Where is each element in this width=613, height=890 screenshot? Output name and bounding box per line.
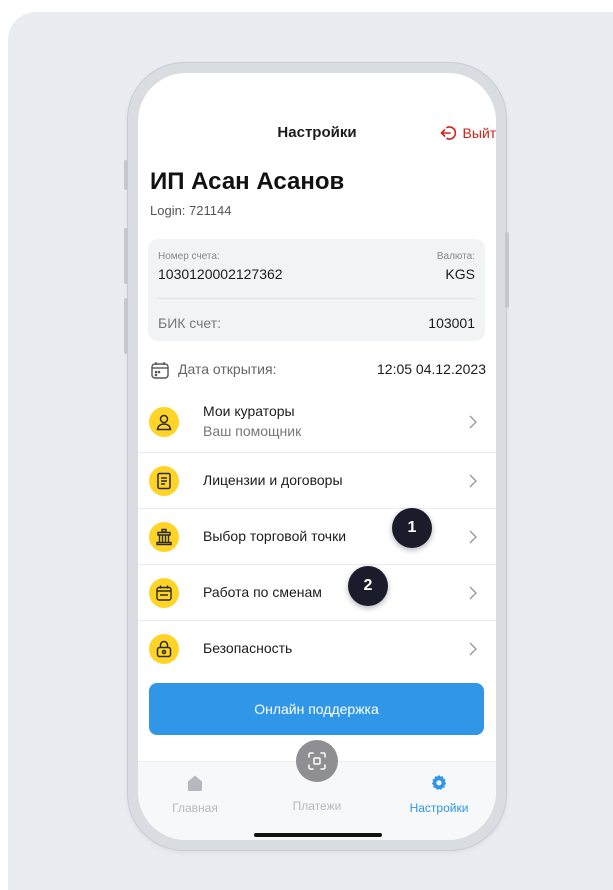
settings-menu: Мои кураторы Ваш помощник Лицензии и дог… bbox=[138, 391, 496, 677]
tab-settings[interactable]: Настройки bbox=[394, 774, 484, 815]
menu-item-store-select[interactable]: Выбор торговой точки bbox=[138, 509, 496, 565]
chevron-right-icon bbox=[469, 586, 477, 599]
scan-icon bbox=[308, 752, 326, 770]
home-indicator bbox=[254, 833, 382, 837]
menu-item-label: Выбор торговой точки bbox=[203, 528, 347, 544]
menu-item-label: Мои кураторы bbox=[203, 403, 295, 419]
tab-label: Настройки bbox=[409, 801, 469, 815]
document-icon bbox=[149, 465, 179, 496]
menu-item-curators[interactable]: Мои кураторы Ваш помощник bbox=[138, 391, 496, 453]
menu-item-label: Безопасность bbox=[203, 640, 293, 656]
bik-label: БИК счет: bbox=[158, 315, 222, 331]
home-icon bbox=[188, 775, 202, 791]
phone-side-button bbox=[124, 160, 128, 190]
currency-value: KGS bbox=[445, 266, 475, 282]
scan-button[interactable] bbox=[296, 740, 338, 782]
phone-side-button bbox=[124, 228, 128, 284]
account-card: Номер счета: 1030120002127362 Валюта: KG… bbox=[148, 239, 485, 341]
open-date-row: Дата открытия: 12:05 04.12.2023 bbox=[150, 359, 486, 381]
card-divider bbox=[158, 298, 475, 299]
open-date-value: 12:05 04.12.2023 bbox=[377, 361, 486, 377]
menu-item-shifts[interactable]: Работа по сменам bbox=[138, 565, 496, 621]
menu-item-sublabel: Ваш помощник bbox=[203, 423, 302, 439]
user-name: ИП Асан Асанов bbox=[150, 168, 345, 195]
account-number: 1030120002127362 bbox=[158, 266, 283, 282]
tab-label: Платежи bbox=[292, 799, 342, 813]
calendar-icon bbox=[149, 577, 179, 608]
menu-item-security[interactable]: Безопасность bbox=[138, 621, 496, 677]
logout-icon bbox=[440, 126, 456, 140]
menu-item-licenses[interactable]: Лицензии и договоры bbox=[138, 453, 496, 509]
logout-button[interactable]: Выйти bbox=[440, 121, 496, 145]
bik-value: 103001 bbox=[428, 315, 475, 331]
chevron-right-icon bbox=[469, 415, 477, 428]
phone-side-button bbox=[124, 298, 128, 354]
chevron-right-icon bbox=[469, 530, 477, 543]
app-screen: Настройки Выйти ИП Асан Асанов Login: 72… bbox=[138, 73, 496, 840]
tab-home[interactable]: Главная bbox=[150, 774, 240, 815]
lock-icon bbox=[149, 634, 179, 664]
tab-payments[interactable]: Платежи bbox=[272, 795, 362, 813]
person-icon bbox=[149, 406, 179, 437]
step-badge: 1 bbox=[392, 508, 432, 548]
account-number-label: Номер счета: bbox=[158, 251, 220, 262]
online-support-button[interactable]: Онлайн поддержка bbox=[149, 683, 484, 735]
tab-label: Главная bbox=[172, 801, 218, 815]
store-icon bbox=[149, 521, 179, 552]
header: Настройки Выйти bbox=[138, 121, 496, 145]
currency-label: Валюта: bbox=[436, 251, 475, 262]
calendar-icon bbox=[151, 362, 169, 379]
menu-item-label: Лицензии и договоры bbox=[203, 472, 343, 488]
chevron-right-icon bbox=[469, 642, 477, 656]
step-badge: 2 bbox=[348, 566, 388, 606]
gear-icon bbox=[431, 775, 447, 790]
logout-label: Выйти bbox=[462, 125, 496, 141]
open-date-label: Дата открытия: bbox=[178, 361, 277, 377]
chevron-right-icon bbox=[469, 474, 477, 487]
login-text: Login: 721144 bbox=[150, 203, 232, 218]
menu-item-label: Работа по сменам bbox=[203, 584, 322, 600]
phone-power-button bbox=[505, 232, 509, 308]
